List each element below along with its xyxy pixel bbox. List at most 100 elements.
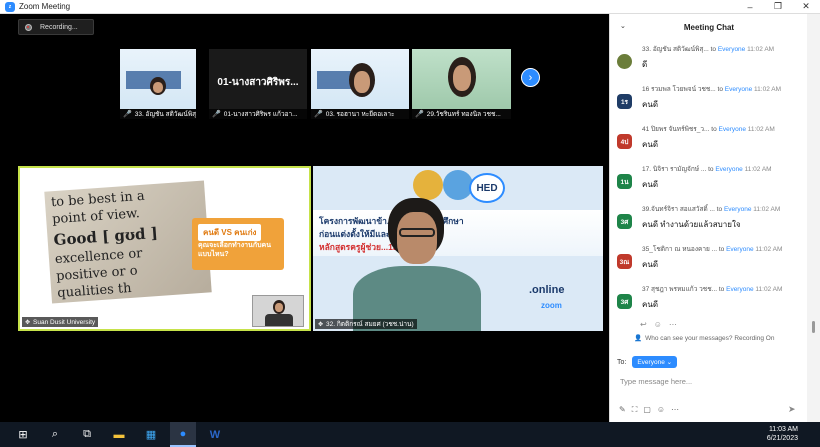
participant-thumbnail[interactable]: 🎤 03. รอฮานา หะยีดอเลาะ	[311, 49, 409, 119]
shared-video-tile-right[interactable]: HED โครงการพัฒนาข้า...ลากรทางการศึกษา ก่…	[313, 166, 603, 331]
muted-mic-icon: 🎤	[415, 111, 424, 118]
avatar: 3ศ	[617, 214, 632, 229]
chevron-down-icon[interactable]: ⌄	[620, 22, 626, 30]
emoji-icon[interactable]: ☺	[654, 320, 662, 329]
window-title: Zoom Meeting	[19, 2, 71, 11]
avatar: 1ร	[617, 94, 632, 109]
thumbnail-video	[412, 49, 511, 109]
chat-message[interactable]: 3ณ 35_โชติกา ณ หนองคาย ... to Everyone 11…	[616, 244, 806, 284]
sender-name: 33. อัญชัน สติวัฒน์พิสุ...	[642, 46, 709, 53]
sender-name: 16 รวมพล โวยพจน์ วชช...	[642, 86, 716, 93]
to-label: to	[708, 166, 714, 173]
participant-thumbnail[interactable]: 01-นางสาวศิริพร... 🎤 01-นางสาวศิริพร แก้ว…	[209, 49, 307, 119]
chat-message[interactable]: 4ป 41 ปิยพร จันทร์พิชร_ว... to Everyone 1…	[616, 124, 806, 164]
participant-thumbnail[interactable]: 🎤 29.วัชรินทร์ ทองนิล วชช...	[412, 49, 511, 119]
zoom-taskbar-icon[interactable]: ●	[170, 422, 196, 447]
record-icon	[25, 23, 32, 31]
message-meta: 37 สุชฎา พรหมแก้ว วชช... to Everyone 11:…	[642, 284, 807, 294]
chat-message[interactable]: 1ร 16 รวมพล โวยพจน์ วชช... to Everyone 11…	[616, 84, 806, 124]
more-icon[interactable]: ⋯	[669, 320, 677, 329]
next-page-button[interactable]: ›	[521, 68, 540, 87]
message-visibility-info[interactable]: 👤 Who can see your messages? Recording O…	[634, 334, 774, 343]
file-explorer-icon[interactable]: ▬	[106, 422, 132, 447]
avatar: 1น	[617, 174, 632, 189]
message-meta: 17. นิจิรา รามัญจักษ์ ... to Everyone 11…	[642, 164, 807, 174]
thumbnail-video	[120, 49, 196, 109]
recording-indicator[interactable]: Recording...	[18, 19, 94, 35]
task-view-icon[interactable]: ⧉	[74, 422, 100, 447]
restore-button[interactable]: ❐	[764, 0, 792, 14]
speaker-glasses	[399, 228, 435, 237]
message-text: คนดี ทำงานด้วยแล้วสบายใจ	[642, 220, 741, 229]
more-icon[interactable]: ⋯	[671, 405, 679, 415]
avatar: 3ณ	[617, 254, 632, 269]
windows-taskbar: ⊞ ⌕ ⧉ ▬ ▦ ● W 11:03 AM 6/21/2023	[0, 422, 820, 447]
participant-name-tile: 01-นางสาวศิริพร...	[217, 77, 299, 88]
meeting-video-area: Recording... 🎤 33. อัญชัน สติวัฒน์พิสุ...…	[0, 14, 608, 422]
avatar: 3ศ	[617, 294, 632, 309]
avatar	[617, 54, 632, 69]
chat-scrollbar[interactable]	[807, 14, 820, 422]
slide-card-subtitle: คุณจะเลือกทำงานกับคนแบบไหน?	[198, 242, 271, 258]
online-logo: .online	[529, 284, 565, 296]
avatar: 4ป	[617, 134, 632, 149]
message-text: คนดี	[642, 180, 659, 189]
message-text: คนดี	[642, 140, 659, 149]
recipient-name: Everyone	[726, 286, 754, 293]
chat-message[interactable]: 3ศ 39.จันทร์จิรา สอแสวัสดิ์ ... to Everyo…	[616, 204, 806, 244]
screenshot-icon[interactable]: ⛶	[632, 405, 638, 415]
recipient-row: To: Everyone ⌄	[617, 356, 678, 368]
participant-name-label: 🎤 01-นางสาวศิริพร แก้วอา...	[209, 109, 307, 119]
send-icon[interactable]: ➤	[788, 404, 796, 415]
chat-toolbar: ✎ ⛶ ▢ ☺ ⋯	[619, 405, 679, 415]
shared-video-tile-left[interactable]: to be best in a point of view. Good [ gʊ…	[18, 166, 311, 331]
recipient-dropdown[interactable]: Everyone ⌄	[632, 356, 678, 368]
message-actions: ↩ ☺ ⋯	[640, 320, 677, 329]
scrollbar-thumb[interactable]	[812, 321, 815, 333]
clock-time: 11:03 AM	[768, 426, 798, 433]
microsoft-store-icon[interactable]: ▦	[138, 422, 164, 447]
file-icon[interactable]: ▢	[643, 405, 651, 415]
recipient-name: Everyone	[715, 166, 743, 173]
recipient-name: Everyone	[724, 86, 753, 93]
chat-message[interactable]: 33. อัญชัน สติวัฒน์พิสุ... to Everyone 1…	[616, 44, 806, 84]
message-time: 11:02 AM	[747, 46, 775, 53]
person-icon: 👤	[634, 335, 643, 342]
pin-icon: ✥	[25, 319, 31, 326]
system-clock[interactable]: 11:03 AM 6/21/2023	[767, 425, 798, 443]
chevron-down-icon: ⌄	[666, 359, 673, 366]
message-meta: 33. อัญชัน สติวัฒน์พิสุ... to Everyone 1…	[642, 44, 807, 54]
close-button[interactable]: ✕	[792, 0, 820, 14]
recipient-name: Everyone	[718, 126, 746, 133]
recipient-name: Everyone	[723, 206, 752, 213]
participant-name-label: ✥ Suan Dusit University	[22, 317, 99, 327]
reply-icon[interactable]: ↩	[640, 320, 647, 329]
sender-name: 37 สุชฎา พรหมแก้ว วชช...	[642, 286, 718, 293]
participant-thumbnail[interactable]: 🎤 33. อัญชัน สติวัฒน์พิสุ...	[120, 49, 196, 119]
search-icon[interactable]: ⌕	[42, 422, 68, 447]
message-text: คนดี	[642, 300, 659, 309]
word-icon[interactable]: W	[202, 422, 228, 447]
participant-name-label: 🎤 33. อัญชัน สติวัฒน์พิสุ...	[120, 109, 196, 119]
to-label: to	[710, 46, 717, 53]
to-label: to	[716, 206, 723, 213]
muted-mic-icon: 🎤	[314, 111, 323, 118]
to-label: to	[718, 246, 725, 253]
to-label: To:	[617, 358, 627, 366]
emoji-icon[interactable]: ☺	[657, 405, 665, 415]
chat-message[interactable]: 3ศ 37 สุชฎา พรหมแก้ว วชช... to Everyone 1…	[616, 284, 806, 324]
minimize-button[interactable]: –	[736, 0, 764, 14]
muted-mic-icon: 🎤	[123, 111, 132, 118]
format-icon[interactable]: ✎	[619, 405, 626, 415]
message-meta: 35_โชติกา ณ หนองคาย ... to Everyone 11:0…	[642, 244, 807, 254]
message-text: คนดี	[642, 100, 659, 109]
message-text: คนดี	[642, 260, 659, 269]
presenter-pip-video	[252, 295, 304, 327]
chat-message-input[interactable]	[620, 374, 800, 388]
windows-start-icon[interactable]: ⊞	[10, 422, 36, 447]
message-time: 11:02 AM	[755, 286, 783, 293]
message-text: ดี	[642, 60, 648, 69]
zoom-mini-logo: zoom	[541, 301, 562, 310]
university-logo	[413, 170, 443, 200]
chat-message[interactable]: 1น 17. นิจิรา รามัญจักษ์ ... to Everyone …	[616, 164, 806, 204]
